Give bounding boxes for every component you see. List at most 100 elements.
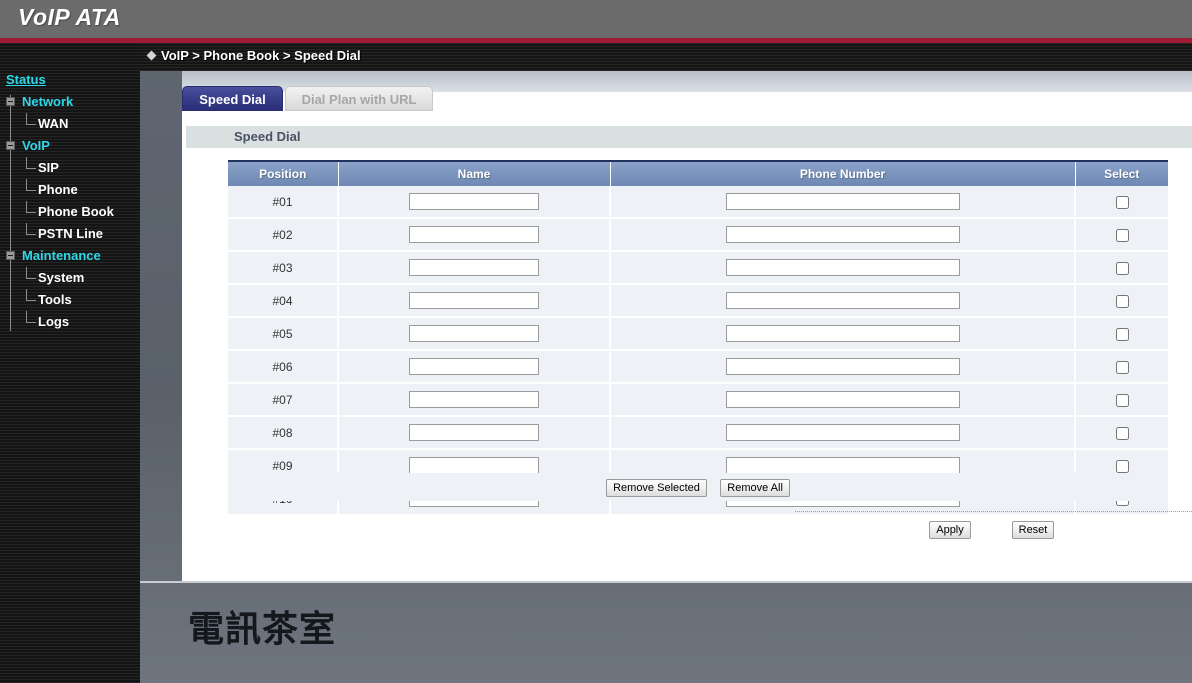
cell-phone-number — [610, 251, 1076, 285]
collapse-toggle-icon[interactable] — [6, 97, 15, 106]
tab-dial-plan-with-url[interactable]: Dial Plan with URL — [285, 86, 433, 111]
breadcrumb: VoIP > Phone Book > Speed Dial — [146, 48, 361, 63]
phone-number-input[interactable] — [725, 259, 960, 276]
cell-name — [338, 284, 611, 318]
cell-position: #07 — [228, 383, 339, 417]
collapse-toggle-icon[interactable] — [6, 251, 15, 260]
tree-connector-icon — [26, 179, 36, 191]
select-checkbox[interactable] — [1115, 228, 1129, 242]
phone-number-input[interactable] — [725, 226, 960, 243]
name-input[interactable] — [409, 457, 539, 474]
tree-connector-icon — [26, 201, 36, 213]
cell-position: #03 — [228, 251, 339, 285]
sidebar-item-label: Tools — [38, 292, 72, 307]
sidebar-item-pstn-line[interactable]: PSTN Line — [0, 223, 140, 245]
sidebar-item-label: Network — [22, 94, 74, 109]
sidebar-item-voip[interactable]: VoIP — [0, 135, 140, 157]
form-actions-bar: Apply Reset — [795, 520, 1185, 544]
phone-number-input[interactable] — [725, 292, 960, 309]
phone-number-input[interactable] — [725, 358, 960, 375]
sidebar-item-label: System — [38, 270, 85, 285]
phone-number-input[interactable] — [725, 325, 960, 342]
cell-select — [1075, 416, 1168, 450]
cell-select — [1075, 186, 1168, 219]
footer-watermark: 電訊茶室 — [188, 609, 337, 650]
collapse-toggle-icon[interactable] — [6, 141, 15, 150]
tree-connector-icon — [26, 311, 36, 323]
sidebar-item-label: WAN — [38, 116, 69, 131]
table-row: #02 — [228, 218, 1168, 252]
cell-name — [338, 383, 611, 417]
name-input[interactable] — [409, 259, 539, 276]
sidebar-item-system[interactable]: System — [0, 267, 140, 289]
cell-name — [338, 317, 611, 351]
cell-name — [338, 218, 611, 252]
name-input[interactable] — [409, 358, 539, 375]
column-header-name: Name — [338, 160, 611, 186]
sidebar-item-wan[interactable]: WAN — [0, 113, 140, 135]
select-checkbox[interactable] — [1115, 261, 1129, 275]
sidebar-item-label: Phone Book — [38, 204, 114, 219]
select-checkbox[interactable] — [1115, 360, 1129, 374]
name-input[interactable] — [409, 226, 539, 243]
sidebar-item-phone-book[interactable]: Phone Book — [0, 201, 140, 223]
cell-phone-number — [610, 383, 1076, 417]
sidebar-item-phone[interactable]: Phone — [0, 179, 140, 201]
column-header-position: Position — [228, 160, 339, 186]
sidebar-item-sip[interactable]: SIP — [0, 157, 140, 179]
remove-selected-button[interactable]: Remove Selected — [606, 479, 707, 497]
sidebar-item-tools[interactable]: Tools — [0, 289, 140, 311]
name-input[interactable] — [409, 292, 539, 309]
cell-phone-number — [610, 186, 1076, 219]
cell-position: #01 — [228, 186, 339, 219]
app-title: VoIP ATA — [18, 4, 121, 30]
tree-connector-icon — [26, 113, 36, 125]
select-checkbox[interactable] — [1115, 195, 1129, 209]
cell-select — [1075, 317, 1168, 351]
cell-phone-number — [610, 284, 1076, 318]
sidebar-item-network[interactable]: Network — [0, 91, 140, 113]
remove-all-button[interactable]: Remove All — [720, 479, 790, 497]
column-header-phone-number: Phone Number — [610, 160, 1076, 186]
tree-connector-icon — [26, 289, 36, 301]
phone-number-input[interactable] — [725, 193, 960, 210]
table-row: #08 — [228, 416, 1168, 450]
phone-number-input[interactable] — [725, 424, 960, 441]
sidebar-item-label: Logs — [38, 314, 70, 329]
name-input[interactable] — [409, 193, 539, 210]
cell-select — [1075, 251, 1168, 285]
select-checkbox[interactable] — [1115, 294, 1129, 308]
table-row: #03 — [228, 251, 1168, 285]
cell-select — [1075, 383, 1168, 417]
phone-number-input[interactable] — [725, 457, 960, 474]
cell-position: #05 — [228, 317, 339, 351]
app-title-bar: VoIP ATA — [0, 0, 1192, 38]
reset-button[interactable]: Reset — [1011, 521, 1055, 539]
select-checkbox[interactable] — [1115, 426, 1129, 440]
apply-button[interactable]: Apply — [929, 521, 971, 539]
sidebar-item-logs[interactable]: Logs — [0, 311, 140, 333]
table-row: #04 — [228, 284, 1168, 318]
select-checkbox[interactable] — [1115, 393, 1129, 407]
sidebar-item-label: Phone — [38, 182, 78, 197]
sidebar-item-status[interactable]: Status — [0, 69, 140, 91]
select-checkbox[interactable] — [1115, 459, 1129, 473]
sidebar-item-maintenance[interactable]: Maintenance — [0, 245, 140, 267]
cell-name — [338, 350, 611, 384]
name-input[interactable] — [409, 424, 539, 441]
phone-number-input[interactable] — [725, 391, 960, 408]
cell-phone-number — [610, 218, 1076, 252]
cell-name — [338, 416, 611, 450]
sidebar-nav: Status Network WAN VoIP SIP Phone Phone Book PS… — [0, 69, 140, 333]
cell-name — [338, 251, 611, 285]
cell-position: #08 — [228, 416, 339, 450]
sidebar-item-label: Status — [6, 72, 46, 87]
cell-phone-number — [610, 350, 1076, 384]
name-input[interactable] — [409, 391, 539, 408]
tab-speed-dial[interactable]: Speed Dial — [182, 86, 283, 111]
cell-select — [1075, 350, 1168, 384]
diamond-icon — [146, 50, 157, 61]
remove-actions-bar: Remove Selected Remove All — [228, 473, 1168, 501]
select-checkbox[interactable] — [1115, 327, 1129, 341]
name-input[interactable] — [409, 325, 539, 342]
